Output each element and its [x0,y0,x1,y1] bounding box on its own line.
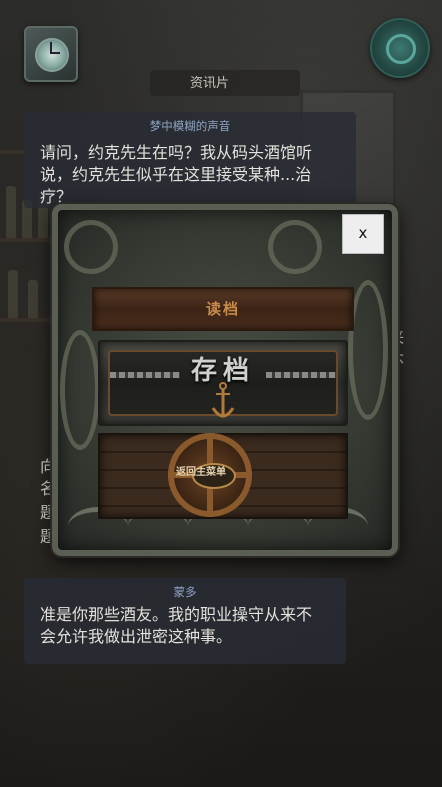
header-title: 资讯片 [190,76,230,91]
load-game-button[interactable]: 读档 [92,287,354,331]
dialogue-line: 会允许我做出泄密这种事。 [40,627,233,646]
header-title-bar: 资讯片 [150,70,300,96]
main-menu-label: 返回主菜单 [176,467,226,478]
clock-icon [35,38,69,72]
close-button[interactable]: x [342,214,384,254]
tentacle-ornament [60,330,100,450]
load-game-label: 读档 [205,300,240,318]
speaker-name: 蒙多 [173,585,197,599]
dialogue-box-bottom[interactable]: 蒙多 准是你那些酒友。我的职业操守从来不 会允许我做出泄密这种事。 [24,578,346,664]
save-game-button[interactable]: 存档 [98,340,348,426]
tentacle-ornament [268,220,322,274]
anchor-icon [211,382,235,418]
tentacle-ornament [64,220,118,274]
dialogue-line: 说，约克先生似乎在这里接受某种...治 [40,165,312,184]
dialogue-line: 请问，约克先生在吗？我从码头酒馆听 [40,143,313,162]
clock-button[interactable] [24,26,78,82]
tentacle-ornament [348,280,388,420]
speaker-name: 梦中模糊的声音 [149,119,231,133]
medal-button[interactable] [370,18,430,78]
dialogue-box-top[interactable]: 梦中模糊的声音 请问，约克先生在吗？我从码头酒馆听 说，约克先生似乎在这里接受某… [24,112,356,208]
medal-icon [386,34,416,64]
dialogue-line: 准是你那些酒友。我的职业操守从来不 [40,605,313,624]
